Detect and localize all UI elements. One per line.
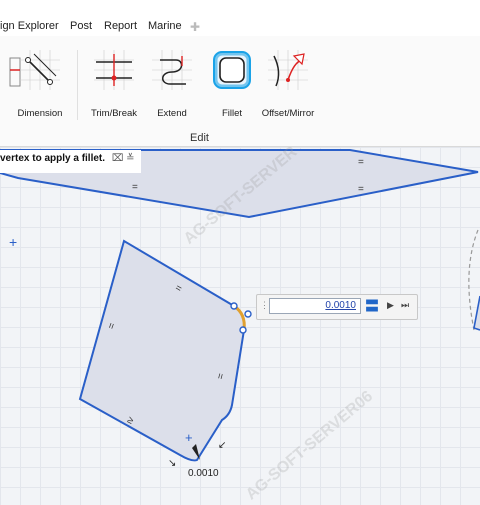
parallel-constraint-icon: = [132, 182, 138, 193]
tangent-glyph-icon: ↘ [168, 458, 176, 469]
menu-design-explorer[interactable]: ign Explorer [0, 20, 59, 32]
trim-break-label: Trim/Break [90, 108, 138, 119]
prompt-text: vertex to apply a fillet. [0, 153, 106, 164]
menu-post[interactable]: Post [70, 20, 92, 32]
sketch-geometry: = = = + = = = ≥ + ↙ ↘ [0, 149, 480, 469]
tangent-glyph-icon: ↙ [218, 440, 226, 451]
fillet-icon [213, 51, 251, 89]
play-icon[interactable]: ▶ [387, 300, 394, 311]
extend-icon [152, 50, 192, 90]
origin-marker-icon: + [9, 234, 17, 250]
vertex-handle[interactable] [239, 326, 247, 334]
fillet-label: Fillet [221, 108, 243, 119]
menu-bar: ign Explorer Post Report Marine ✚ [0, 14, 480, 36]
trim-break-icon [94, 50, 134, 90]
fillet-button[interactable]: Fillet [200, 44, 264, 124]
offset-mirror-label: Offset/Mirror [261, 108, 315, 119]
dimension-icon [20, 50, 60, 90]
offset-mirror-button[interactable]: Offset/Mirror [256, 44, 320, 124]
fillet-radius-input[interactable]: 0.0010 [269, 298, 361, 314]
extend-label: Extend [157, 108, 187, 119]
right-profile-shape[interactable] [473, 295, 480, 331]
skip-end-icon[interactable]: ⏭ [401, 300, 409, 311]
dimension-button[interactable]: Dimension [8, 44, 72, 124]
ribbon: Dimension Trim/Break Extend Fillet Offse… [0, 36, 480, 147]
equal-constraint-icon[interactable]: 〓 [365, 299, 379, 313]
offset-mirror-icon [268, 50, 308, 90]
drag-grip-icon[interactable]: ⋮ [260, 300, 269, 311]
parallel-constraint-icon: = [358, 157, 364, 168]
parallel-constraint-icon: = [358, 184, 364, 195]
vertex-marker-icon: + [185, 430, 193, 445]
fillet-radius-panel: ⋮ 0.0010 〓 ▶ ⏭ [256, 294, 418, 320]
prompt-options-icon[interactable]: ⌧ ≚ [112, 153, 135, 164]
fillet-dimension-label: 0.0010 [188, 468, 219, 479]
menu-report[interactable]: Report [104, 20, 137, 32]
menu-marine[interactable]: Marine [148, 20, 182, 32]
ribbon-separator [77, 50, 78, 120]
drawing-canvas[interactable]: = = = + = = = ≥ + ↙ ↘ AG-SOFT-SERVER AG-… [0, 147, 480, 505]
edit-group-label: Edit [190, 132, 209, 144]
add-tab-icon[interactable]: ✚ [190, 20, 200, 34]
vertex-handle[interactable] [230, 302, 238, 310]
vertex-handle[interactable] [244, 310, 252, 318]
dimension-label: Dimension [17, 108, 63, 119]
extend-button[interactable]: Extend [140, 44, 204, 124]
quad-profile-shape[interactable] [78, 239, 246, 462]
command-prompt: vertex to apply a fillet. ⌧ ≚ [0, 150, 141, 173]
trim-break-button[interactable]: Trim/Break [82, 44, 146, 124]
